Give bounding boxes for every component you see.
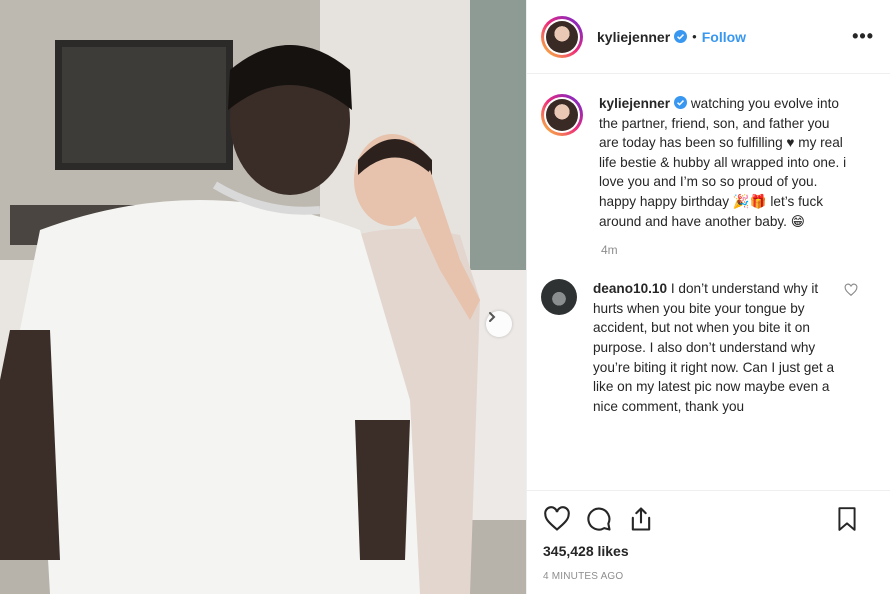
save-button[interactable] bbox=[834, 505, 860, 533]
caption-text-block: kyliejenner watching you evolve into the… bbox=[599, 94, 849, 231]
post-details-pane: kyliejenner • Follow ••• kyliejenner wat… bbox=[526, 0, 890, 594]
photo-image bbox=[0, 0, 526, 594]
share-button[interactable] bbox=[627, 505, 655, 533]
comment-button[interactable] bbox=[585, 505, 613, 533]
commenter-avatar[interactable] bbox=[541, 279, 577, 316]
post-actions: 345,428 likes 4 MINUTES AGO bbox=[527, 490, 890, 594]
follow-button[interactable]: Follow bbox=[702, 29, 746, 45]
post-photo[interactable] bbox=[0, 0, 526, 594]
separator-dot: • bbox=[692, 29, 697, 44]
like-count[interactable]: 345,428 likes bbox=[543, 543, 874, 559]
caption-avatar[interactable] bbox=[541, 94, 583, 136]
comment-icon bbox=[587, 507, 611, 531]
post-header: kyliejenner • Follow ••• bbox=[527, 0, 890, 74]
share-icon bbox=[631, 507, 651, 531]
comment-text-block: deano10.10 I don’t understand why it hur… bbox=[593, 279, 843, 416]
comment-like-heart-icon[interactable] bbox=[844, 283, 858, 297]
heart-icon bbox=[544, 506, 570, 531]
caption-text: watching you evolve into the partner, fr… bbox=[599, 96, 847, 229]
like-button[interactable] bbox=[543, 505, 571, 533]
avatar[interactable] bbox=[541, 15, 583, 58]
more-options-icon[interactable]: ••• bbox=[852, 26, 874, 47]
action-icons bbox=[543, 503, 874, 535]
verified-badge-icon bbox=[674, 96, 688, 109]
next-photo-button[interactable] bbox=[486, 311, 512, 337]
comment-item: deano10.10 I don’t understand why it hur… bbox=[541, 279, 874, 416]
caption-timestamp: 4m bbox=[601, 243, 618, 258]
instagram-post: kyliejenner • Follow ••• kyliejenner wat… bbox=[0, 0, 890, 594]
verified-badge-icon bbox=[674, 30, 688, 43]
commenter-username[interactable]: deano10.10 bbox=[593, 281, 667, 296]
username-link[interactable]: kyliejenner bbox=[597, 29, 670, 45]
comment-text: I don’t understand why it hurts when you… bbox=[593, 281, 835, 414]
bookmark-icon bbox=[838, 507, 856, 531]
caption: kyliejenner watching you evolve into the… bbox=[541, 94, 874, 231]
caption-username[interactable]: kyliejenner bbox=[599, 96, 670, 111]
comments-list[interactable]: kyliejenner watching you evolve into the… bbox=[527, 74, 890, 490]
post-timestamp: 4 MINUTES AGO bbox=[543, 571, 624, 582]
chevron-right-icon bbox=[489, 312, 496, 322]
